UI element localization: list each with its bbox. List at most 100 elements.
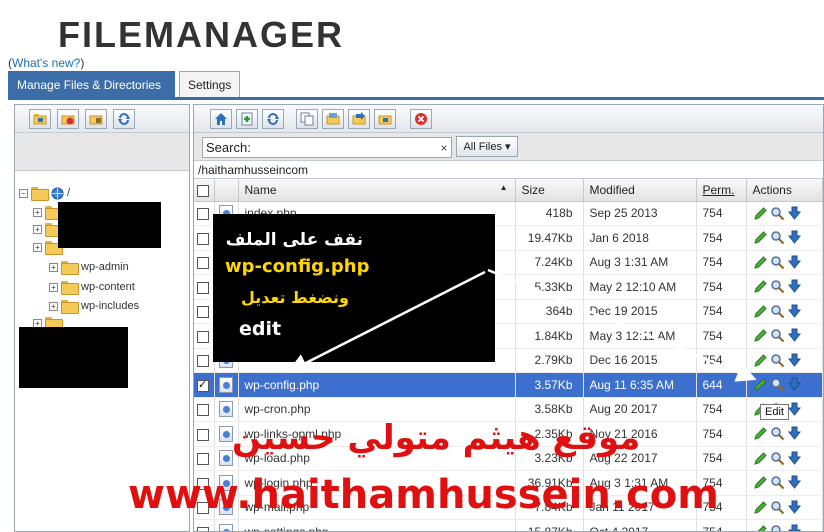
download-icon[interactable] xyxy=(787,304,802,319)
download-icon[interactable] xyxy=(787,353,802,368)
view-icon[interactable] xyxy=(770,206,785,221)
select-all-checkbox[interactable] xyxy=(197,184,209,197)
new-folder-button[interactable] xyxy=(29,109,51,129)
file-filter-dropdown[interactable]: All Files ▾ xyxy=(456,136,518,157)
file-name[interactable]: wp-config.php xyxy=(238,372,516,398)
edit-icon[interactable] xyxy=(753,377,768,392)
delete-folder-button[interactable] xyxy=(57,109,79,129)
file-perm[interactable]: 754 xyxy=(696,201,747,226)
file-perm[interactable]: 754 xyxy=(696,323,747,349)
edit-icon[interactable] xyxy=(753,304,768,319)
file-perm[interactable]: 644 xyxy=(696,372,747,398)
row-checkbox[interactable] xyxy=(197,378,209,392)
rename-button[interactable] xyxy=(374,109,396,129)
whats-new-link[interactable]: What's new? xyxy=(12,56,80,70)
file-perm[interactable]: 754 xyxy=(696,519,747,531)
download-icon[interactable] xyxy=(787,475,802,490)
file-perm[interactable]: 754 xyxy=(696,397,747,422)
file-perm[interactable]: 754 xyxy=(696,274,747,300)
tree-item-wp-admin[interactable]: + wp-admin xyxy=(49,259,129,275)
row-checkbox[interactable] xyxy=(197,281,209,294)
file-perm[interactable]: 754 xyxy=(696,421,747,447)
folder-permissions-button[interactable] xyxy=(85,109,107,129)
tab-manage-files[interactable]: Manage Files & Directories xyxy=(8,71,175,97)
download-icon[interactable] xyxy=(787,426,802,441)
row-checkbox[interactable] xyxy=(197,526,209,531)
view-icon[interactable] xyxy=(770,475,785,490)
row-checkbox[interactable] xyxy=(197,257,209,270)
collapse-icon[interactable]: − xyxy=(19,188,28,198)
view-icon[interactable] xyxy=(770,377,785,392)
view-icon[interactable] xyxy=(770,230,785,245)
edit-icon[interactable] xyxy=(753,328,768,343)
download-icon[interactable] xyxy=(787,377,802,392)
sort-arrow-icon: ▲ xyxy=(499,182,508,192)
view-icon[interactable] xyxy=(770,255,785,270)
edit-icon[interactable] xyxy=(753,353,768,368)
file-perm[interactable]: 754 xyxy=(696,446,747,471)
row-checkbox[interactable] xyxy=(197,330,209,343)
view-icon[interactable] xyxy=(770,524,785,532)
edit-icon[interactable] xyxy=(753,279,768,294)
column-perm[interactable]: Perm. xyxy=(696,179,747,202)
download-icon[interactable] xyxy=(787,328,802,343)
download-icon[interactable] xyxy=(787,206,802,221)
edit-icon[interactable] xyxy=(753,451,768,466)
download-icon[interactable] xyxy=(787,451,802,466)
delete-button[interactable] xyxy=(410,109,432,129)
edit-icon[interactable] xyxy=(753,255,768,270)
file-perm[interactable]: 754 xyxy=(696,250,747,275)
file-perm[interactable]: 754 xyxy=(696,348,747,373)
row-checkbox[interactable] xyxy=(197,208,209,221)
download-icon[interactable] xyxy=(787,500,802,515)
home-button[interactable] xyxy=(210,109,232,129)
edit-icon[interactable] xyxy=(753,500,768,515)
refresh-files-button[interactable] xyxy=(262,109,284,129)
view-icon[interactable] xyxy=(770,500,785,515)
view-icon[interactable] xyxy=(770,426,785,441)
edit-icon[interactable] xyxy=(753,524,768,532)
tree-item-wp-content[interactable]: + wp-content xyxy=(49,279,135,295)
view-icon[interactable] xyxy=(770,353,785,368)
refresh-tree-button[interactable] xyxy=(113,109,135,129)
table-row[interactable]: wp-config.php3.57KbAug 11 6:35 AM644 xyxy=(194,372,823,398)
row-checkbox[interactable] xyxy=(197,232,209,245)
upload-button[interactable] xyxy=(322,109,344,129)
edit-icon[interactable] xyxy=(753,230,768,245)
view-icon[interactable] xyxy=(770,328,785,343)
download-icon[interactable] xyxy=(787,524,802,532)
download-icon[interactable] xyxy=(787,230,802,245)
refresh-icon xyxy=(118,113,130,125)
view-icon[interactable] xyxy=(770,451,785,466)
column-size[interactable]: Size xyxy=(515,179,584,202)
view-icon[interactable] xyxy=(770,279,785,294)
file-perm[interactable]: 754 xyxy=(696,299,747,324)
file-toolbar xyxy=(194,105,823,133)
row-checkbox[interactable] xyxy=(197,355,209,368)
tab-settings[interactable]: Settings xyxy=(179,71,240,97)
column-name[interactable]: Name ▲ xyxy=(238,179,516,202)
download-icon[interactable] xyxy=(787,279,802,294)
directory-panel-header xyxy=(15,133,189,171)
edit-icon[interactable] xyxy=(753,475,768,490)
row-checkbox[interactable] xyxy=(197,453,209,466)
tree-root[interactable]: − / xyxy=(19,185,70,201)
table-row[interactable]: wp-settings.php 15.87Kb Oct 4 2017 754 xyxy=(194,519,823,532)
move-button[interactable] xyxy=(348,109,370,129)
column-modified[interactable]: Modified xyxy=(583,179,697,202)
edit-icon[interactable] xyxy=(753,206,768,221)
search-input[interactable] xyxy=(250,139,437,156)
edit-icon[interactable] xyxy=(753,426,768,441)
select-all[interactable] xyxy=(194,179,215,202)
row-checkbox[interactable] xyxy=(197,306,209,319)
add-file-button[interactable] xyxy=(236,109,258,129)
file-perm[interactable]: 754 xyxy=(696,225,747,251)
clear-icon[interactable]: × xyxy=(437,141,451,155)
tree-item-wp-includes[interactable]: + wp-includes xyxy=(49,298,139,314)
row-checkbox[interactable] xyxy=(197,428,209,441)
view-icon[interactable] xyxy=(770,304,785,319)
download-icon[interactable] xyxy=(787,255,802,270)
copy-button[interactable] xyxy=(296,109,318,129)
row-checkbox[interactable] xyxy=(197,404,209,417)
file-name[interactable]: wp-settings.php xyxy=(238,519,516,531)
